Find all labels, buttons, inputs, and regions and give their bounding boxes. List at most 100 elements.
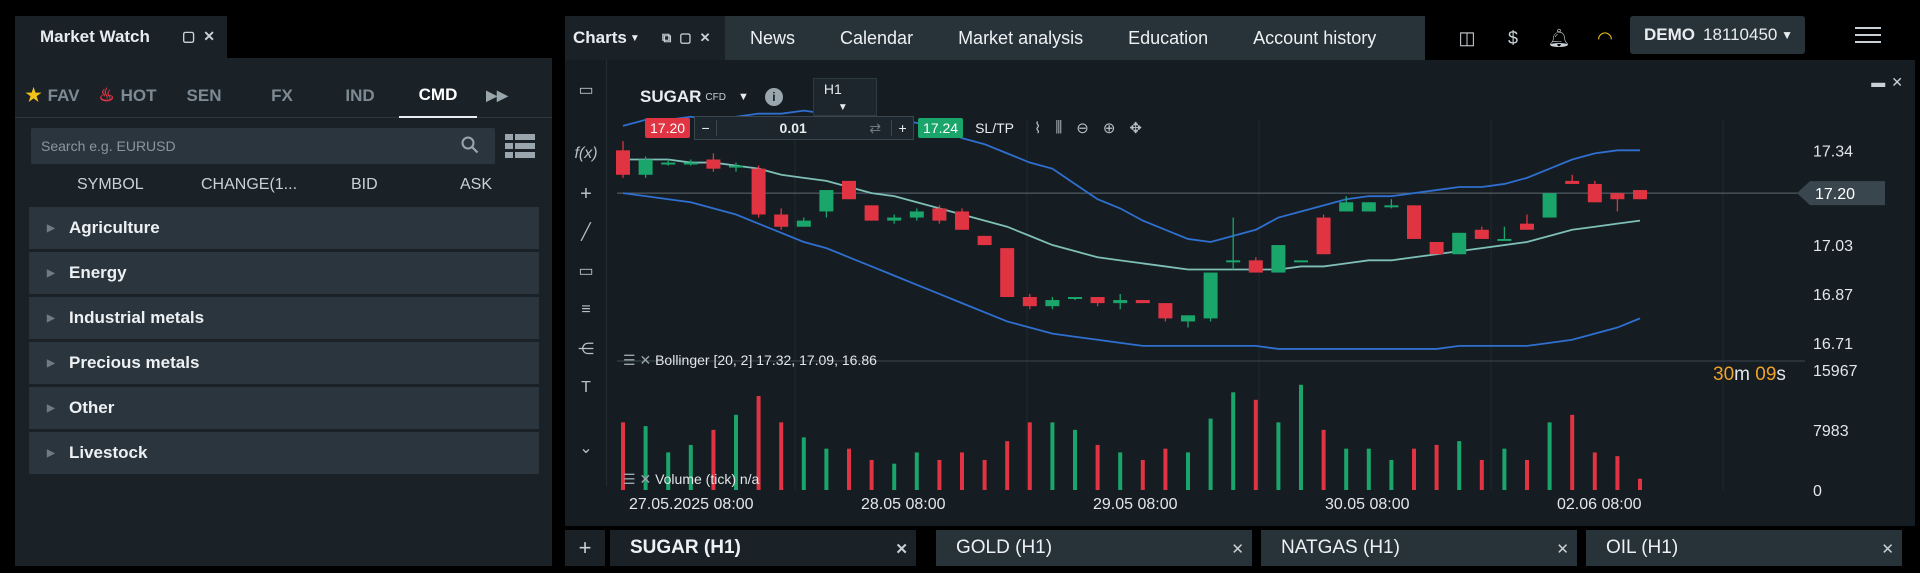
tab-fx[interactable]: FX: [243, 74, 321, 118]
nav-account-history[interactable]: Account history: [1253, 28, 1376, 49]
chevron-down-icon[interactable]: ▼: [630, 33, 640, 44]
decrease-button[interactable]: −: [695, 120, 718, 136]
col-ask[interactable]: ASK: [460, 176, 492, 194]
tab-cmd[interactable]: CMD: [399, 74, 477, 118]
maximize-icon[interactable]: ▢: [182, 28, 195, 45]
col-symbol[interactable]: SYMBOL: [77, 176, 144, 194]
market-watch-title-tab[interactable]: Market Watch ▢ ✕: [15, 16, 227, 58]
timer-sec: 09: [1755, 364, 1777, 385]
close-icon[interactable]: ✕: [1231, 540, 1244, 558]
function-icon[interactable]: f(x): [573, 142, 599, 166]
volume-bar: [1412, 448, 1416, 490]
tab-fav[interactable]: ★ FAV: [15, 74, 90, 118]
tab-sen[interactable]: SEN: [165, 74, 243, 118]
remove-icon[interactable]: ✕: [639, 352, 651, 368]
grid-view-icon[interactable]: [505, 134, 535, 158]
group-agriculture[interactable]: ▶ Agriculture: [29, 207, 539, 249]
pitchfork-tool-icon[interactable]: ⋲: [573, 337, 599, 361]
volume-bar: [1457, 441, 1462, 490]
increase-button[interactable]: +: [891, 120, 913, 136]
bollinger-label[interactable]: ☰ ✕ Bollinger [20, 2] 17.32, 17.09, 16.8…: [623, 352, 877, 369]
chart-tab-oil[interactable]: OIL (H1) ✕: [1586, 530, 1902, 566]
group-livestock[interactable]: ▶ Livestock: [29, 432, 539, 474]
nav-news[interactable]: News: [750, 28, 795, 49]
volume-bar: [1140, 459, 1145, 490]
popout-icon[interactable]: ⧉: [662, 30, 671, 46]
charts-tab-label: Charts: [573, 28, 627, 47]
volume-label[interactable]: ☰ ✕ Volume (tick) n/a: [623, 471, 759, 488]
close-icon[interactable]: ✕: [700, 30, 711, 46]
volume-value[interactable]: 0.01: [717, 120, 869, 136]
zoom-out-icon[interactable]: ⊖: [1076, 119, 1089, 137]
rectangle-tool-icon[interactable]: ▭: [573, 259, 599, 283]
chart-tab-label: SUGAR (H1): [630, 537, 741, 558]
flame-icon: ♨: [98, 85, 115, 105]
group-precious-metals[interactable]: ▶ Precious metals: [29, 342, 539, 384]
nav-market-analysis[interactable]: Market analysis: [958, 28, 1083, 49]
tabs-scroll-right-icon[interactable]: ▶▶: [477, 74, 517, 118]
menu-icon[interactable]: [1855, 25, 1881, 45]
maximize-icon[interactable]: ▢: [679, 30, 691, 46]
text-tool-icon[interactable]: T: [573, 376, 599, 400]
chart-tabs: + SUGAR (H1) ✕ GOLD (H1) ✕ NATGAS (H1) ✕…: [565, 526, 1915, 566]
sltp-button[interactable]: SL/TP: [975, 120, 1014, 136]
settings-icon[interactable]: ☰: [623, 471, 636, 487]
minimize-icon[interactable]: ▬: [1871, 74, 1885, 91]
close-icon[interactable]: ✕: [1891, 74, 1903, 91]
account-selector[interactable]: DEMO 18110450 ▼: [1630, 16, 1805, 54]
fibonacci-tool-icon[interactable]: ≡: [573, 298, 599, 322]
volume-stepper[interactable]: − 0.01 ⇄ +: [694, 116, 915, 140]
bell-icon[interactable]: 🔔︎: [1542, 23, 1576, 53]
timeframe-select[interactable]: H1 ▼: [812, 78, 877, 116]
close-icon[interactable]: ✕: [203, 28, 215, 45]
sell-button[interactable]: 17.20: [645, 118, 691, 138]
search-icon[interactable]: [461, 136, 479, 154]
close-icon[interactable]: ✕: [1881, 540, 1894, 558]
nav-calendar[interactable]: Calendar: [840, 28, 913, 49]
crosshair-icon[interactable]: +: [573, 182, 599, 206]
volume-bar: [1570, 414, 1575, 490]
col-change[interactable]: CHANGE(1...: [201, 176, 297, 194]
col-bid[interactable]: BID: [351, 176, 378, 194]
charts-tab[interactable]: Charts ▼ ⧉ ▢ ✕: [565, 16, 725, 60]
close-icon[interactable]: ✕: [895, 540, 908, 558]
symbol-name[interactable]: SUGAR: [640, 87, 701, 107]
chart-tab-gold[interactable]: GOLD (H1) ✕: [936, 530, 1252, 566]
deposit-icon[interactable]: $: [1496, 23, 1530, 53]
nav-education[interactable]: Education: [1128, 28, 1208, 49]
close-icon[interactable]: ✕: [1556, 540, 1569, 558]
layout-icon[interactable]: ◫: [1450, 23, 1484, 53]
tab-ind[interactable]: IND: [321, 74, 399, 118]
remove-icon[interactable]: ✕: [639, 471, 651, 487]
add-chart-button[interactable]: +: [565, 530, 605, 566]
group-energy[interactable]: ▶ Energy: [29, 252, 539, 294]
search-input[interactable]: [41, 138, 441, 154]
candle: [977, 235, 992, 246]
chart-area[interactable]: 17.34 17.03 16.87 16.71 17.20 15967 7983 0 27.05…: [565, 60, 1915, 526]
info-icon[interactable]: i: [764, 88, 783, 106]
expand-icon: ▶: [47, 402, 55, 414]
volume-bar: [1005, 441, 1010, 490]
time-tick-label: 02.06 08:00: [1557, 496, 1642, 513]
buy-button[interactable]: 17.24: [918, 118, 964, 138]
swap-icon[interactable]: ⇄: [869, 120, 881, 137]
zoom-in-icon[interactable]: ⊕: [1103, 119, 1116, 137]
account-number: 18110450: [1703, 25, 1778, 44]
volume-bar: [869, 459, 874, 490]
chart-tab-natgas[interactable]: NATGAS (H1) ✕: [1261, 530, 1577, 566]
line-chart-icon[interactable]: ⌇: [1034, 119, 1041, 137]
group-industrial-metals[interactable]: ▶ Industrial metals: [29, 297, 539, 339]
line-tool-icon[interactable]: ╱: [573, 220, 599, 244]
volume-bar: [1615, 456, 1620, 490]
chevron-down-icon[interactable]: ▼: [738, 91, 749, 103]
move-icon[interactable]: ✥: [1129, 119, 1142, 137]
volume-bar: [1366, 448, 1371, 490]
chart-type-icon[interactable]: ▭: [573, 78, 599, 102]
tab-hot[interactable]: ♨ HOT: [90, 74, 165, 118]
group-other[interactable]: ▶ Other: [29, 387, 539, 429]
candles-icon[interactable]: ⫼: [1055, 119, 1062, 137]
candle: [661, 162, 676, 165]
chevron-down-icon[interactable]: ⌄: [573, 436, 599, 460]
settings-icon[interactable]: ☰: [623, 352, 636, 368]
chart-tab-sugar[interactable]: SUGAR (H1) ✕: [610, 530, 916, 566]
